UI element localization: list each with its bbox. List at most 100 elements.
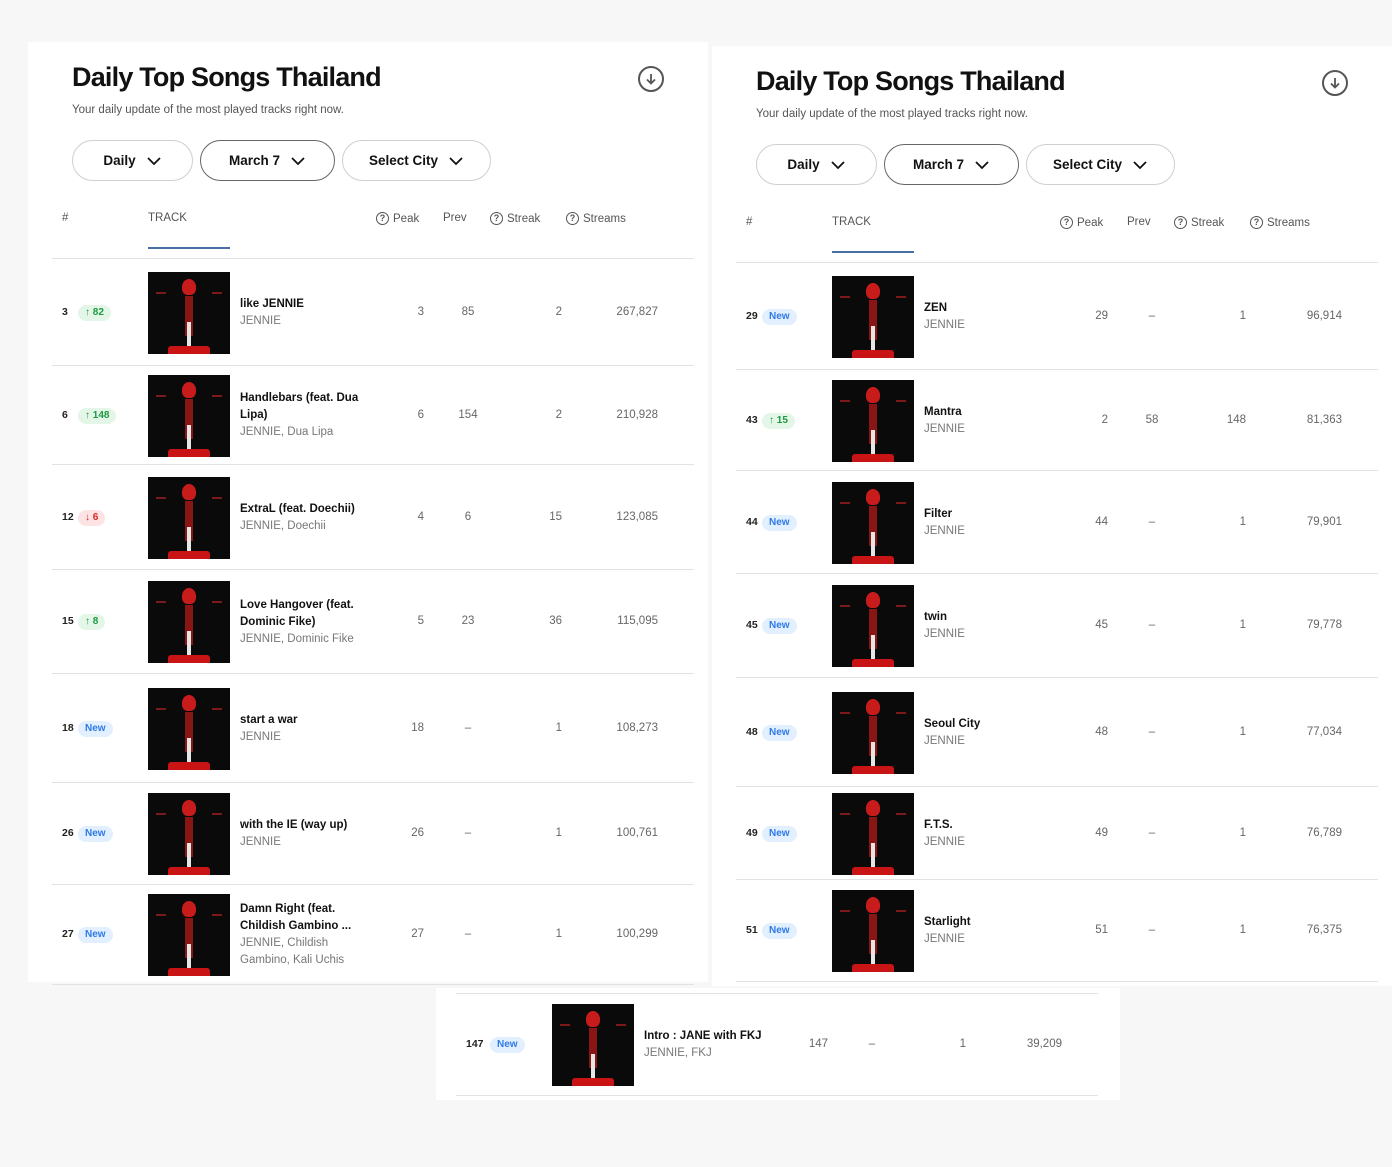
track-artist[interactable]: JENNIE: [924, 626, 1054, 643]
prev-value: 23: [461, 615, 475, 627]
track-tab-underline: [832, 251, 914, 253]
page-title: Daily Top Songs Thailand: [756, 66, 1066, 96]
chevron-down-icon: [291, 156, 305, 165]
streak-value: 1: [1239, 826, 1246, 839]
rank-number: 3: [62, 306, 68, 318]
peak-value: 26: [411, 827, 424, 839]
track-title[interactable]: Mantra: [924, 404, 1054, 421]
streams-value: 123,085: [616, 510, 658, 523]
track-title[interactable]: Handlebars (feat. Dua Lipa): [240, 390, 370, 424]
album-art[interactable]: [148, 374, 230, 457]
city-filter-button[interactable]: Select City: [342, 140, 491, 181]
streak-value: 1: [1239, 619, 1246, 631]
track-artist[interactable]: JENNIE, FKJ: [644, 1045, 774, 1062]
track-artist[interactable]: JENNIE, Childish Gambino, Kali Uchis: [240, 935, 370, 969]
album-art[interactable]: [148, 894, 230, 976]
col-header-streams[interactable]: ? Streams: [566, 212, 626, 225]
album-art[interactable]: [832, 890, 914, 972]
table-row[interactable]: 43 ↑ 15 Mantra JENNIE 2 58 148 81,363: [736, 370, 1378, 471]
streams-value: 39,209: [1026, 1038, 1062, 1050]
track-artist[interactable]: JENNIE, Dominic Fike: [240, 631, 370, 648]
track-title[interactable]: start a war: [240, 712, 370, 729]
col-header-streak[interactable]: ? Streak: [490, 212, 540, 225]
streams-value: 79,778: [1306, 619, 1342, 631]
track-title[interactable]: F.T.S.: [924, 817, 1054, 834]
track-title[interactable]: with the IE (way up): [240, 817, 370, 834]
city-filter-button[interactable]: Select City: [1026, 144, 1175, 185]
track-artist[interactable]: JENNIE: [240, 313, 370, 330]
col-header-peak[interactable]: ? Peak: [376, 212, 419, 225]
rank-number: 49: [746, 826, 758, 839]
album-art[interactable]: [552, 1004, 634, 1086]
table-row[interactable]: 3 ↑ 82 like JENNIE JENNIE 3 85 2 267,827: [52, 260, 694, 366]
track-title[interactable]: like JENNIE: [240, 296, 370, 313]
track-artist[interactable]: JENNIE, Dua Lipa: [240, 424, 370, 441]
streak-value: 1: [555, 928, 562, 940]
question-circle-icon: ?: [1250, 216, 1263, 229]
prev-value: –: [1148, 619, 1156, 631]
track-info: F.T.S. JENNIE: [924, 817, 1054, 851]
period-filter-button[interactable]: Daily: [72, 140, 193, 181]
track-title[interactable]: Filter: [924, 506, 1054, 523]
track-title[interactable]: Love Hangover (feat. Dominic Fike): [240, 597, 370, 631]
date-filter-button[interactable]: March 7: [200, 140, 335, 181]
track-title[interactable]: twin: [924, 609, 1054, 626]
table-row[interactable]: 49 New F.T.S. JENNIE 49 – 1 76,789: [736, 787, 1378, 880]
table-row[interactable]: 51 New Starlight JENNIE 51 – 1 76,375: [736, 880, 1378, 982]
track-info: Handlebars (feat. Dua Lipa) JENNIE, Dua L…: [240, 390, 370, 441]
rank-number: 45: [746, 619, 758, 631]
track-artist[interactable]: JENNIE: [240, 834, 370, 851]
col-header-streak[interactable]: ? Streak: [1174, 216, 1224, 229]
rank-change-badge: ↑ 82: [78, 305, 111, 321]
album-art[interactable]: [832, 585, 914, 667]
track-title[interactable]: ExtraL (feat. Doechii): [240, 501, 370, 518]
col-header-streams[interactable]: ? Streams: [1250, 216, 1310, 229]
streams-value: 108,273: [616, 721, 658, 734]
date-filter-button[interactable]: March 7: [884, 144, 1019, 185]
track-artist[interactable]: JENNIE: [240, 729, 370, 746]
album-art[interactable]: [148, 793, 230, 875]
track-title[interactable]: Damn Right (feat. Childish Gambino ...: [240, 901, 370, 935]
table-row[interactable]: 12 ↓ 6 ExtraL (feat. Doechii) JENNIE, Doech…: [52, 465, 694, 570]
album-art[interactable]: [832, 276, 914, 358]
table-row[interactable]: 29 New ZEN JENNIE 29 – 1 96,914: [736, 264, 1378, 370]
album-art[interactable]: [832, 691, 914, 774]
track-artist[interactable]: JENNIE: [924, 834, 1054, 851]
album-art[interactable]: [832, 792, 914, 875]
track-artist[interactable]: JENNIE, Doechii: [240, 518, 370, 535]
album-art[interactable]: [148, 687, 230, 770]
track-artist[interactable]: JENNIE: [924, 317, 1054, 334]
period-filter-button[interactable]: Daily: [756, 144, 877, 185]
track-title[interactable]: ZEN: [924, 300, 1054, 317]
album-art[interactable]: [148, 581, 230, 663]
table-row[interactable]: 27 New Damn Right (feat. Childish Gambino …: [52, 885, 694, 985]
table-row[interactable]: 18 New start a war JENNIE 18 – 1 108,273: [52, 674, 694, 783]
album-art[interactable]: [148, 272, 230, 354]
table-row[interactable]: 6 ↑ 148 Handlebars (feat. Dua Lipa) JENNIE,…: [52, 366, 694, 465]
album-art[interactable]: [832, 481, 914, 564]
album-art[interactable]: [148, 476, 230, 559]
track-artist[interactable]: JENNIE: [924, 421, 1054, 438]
period-filter-label: Daily: [103, 153, 136, 168]
col-header-peak[interactable]: ? Peak: [1060, 216, 1103, 229]
table-row[interactable]: 44 New Filter JENNIE 44 – 1 79,901: [736, 471, 1378, 574]
download-icon[interactable]: [638, 66, 664, 92]
album-art[interactable]: [832, 379, 914, 462]
track-artist[interactable]: JENNIE: [924, 931, 1054, 948]
download-icon[interactable]: [1322, 70, 1348, 96]
prev-value: –: [464, 928, 472, 940]
track-artist[interactable]: JENNIE: [924, 523, 1054, 540]
table-row[interactable]: 26 New with the IE (way up) JENNIE 26 – 1 100,7…: [52, 783, 694, 885]
table-row[interactable]: 15 ↑ 8 Love Hangover (feat. Dominic Fike) J…: [52, 570, 694, 674]
track-title[interactable]: Intro : JANE with FKJ: [644, 1028, 774, 1045]
track-title[interactable]: Starlight: [924, 914, 1054, 931]
question-circle-icon: ?: [1060, 216, 1073, 229]
peak-value: 2: [1101, 413, 1108, 426]
track-artist[interactable]: JENNIE: [924, 733, 1054, 750]
table-row[interactable]: 147 New Intro : JANE with FKJ JENNIE, FKJ 14…: [456, 994, 1098, 1096]
track-info: Mantra JENNIE: [924, 404, 1054, 438]
table-row[interactable]: 48 New Seoul City JENNIE 48 – 1 77,034: [736, 678, 1378, 787]
prev-value: 58: [1145, 413, 1159, 426]
track-title[interactable]: Seoul City: [924, 716, 1054, 733]
table-row[interactable]: 45 New twin JENNIE 45 – 1 79,778: [736, 574, 1378, 678]
